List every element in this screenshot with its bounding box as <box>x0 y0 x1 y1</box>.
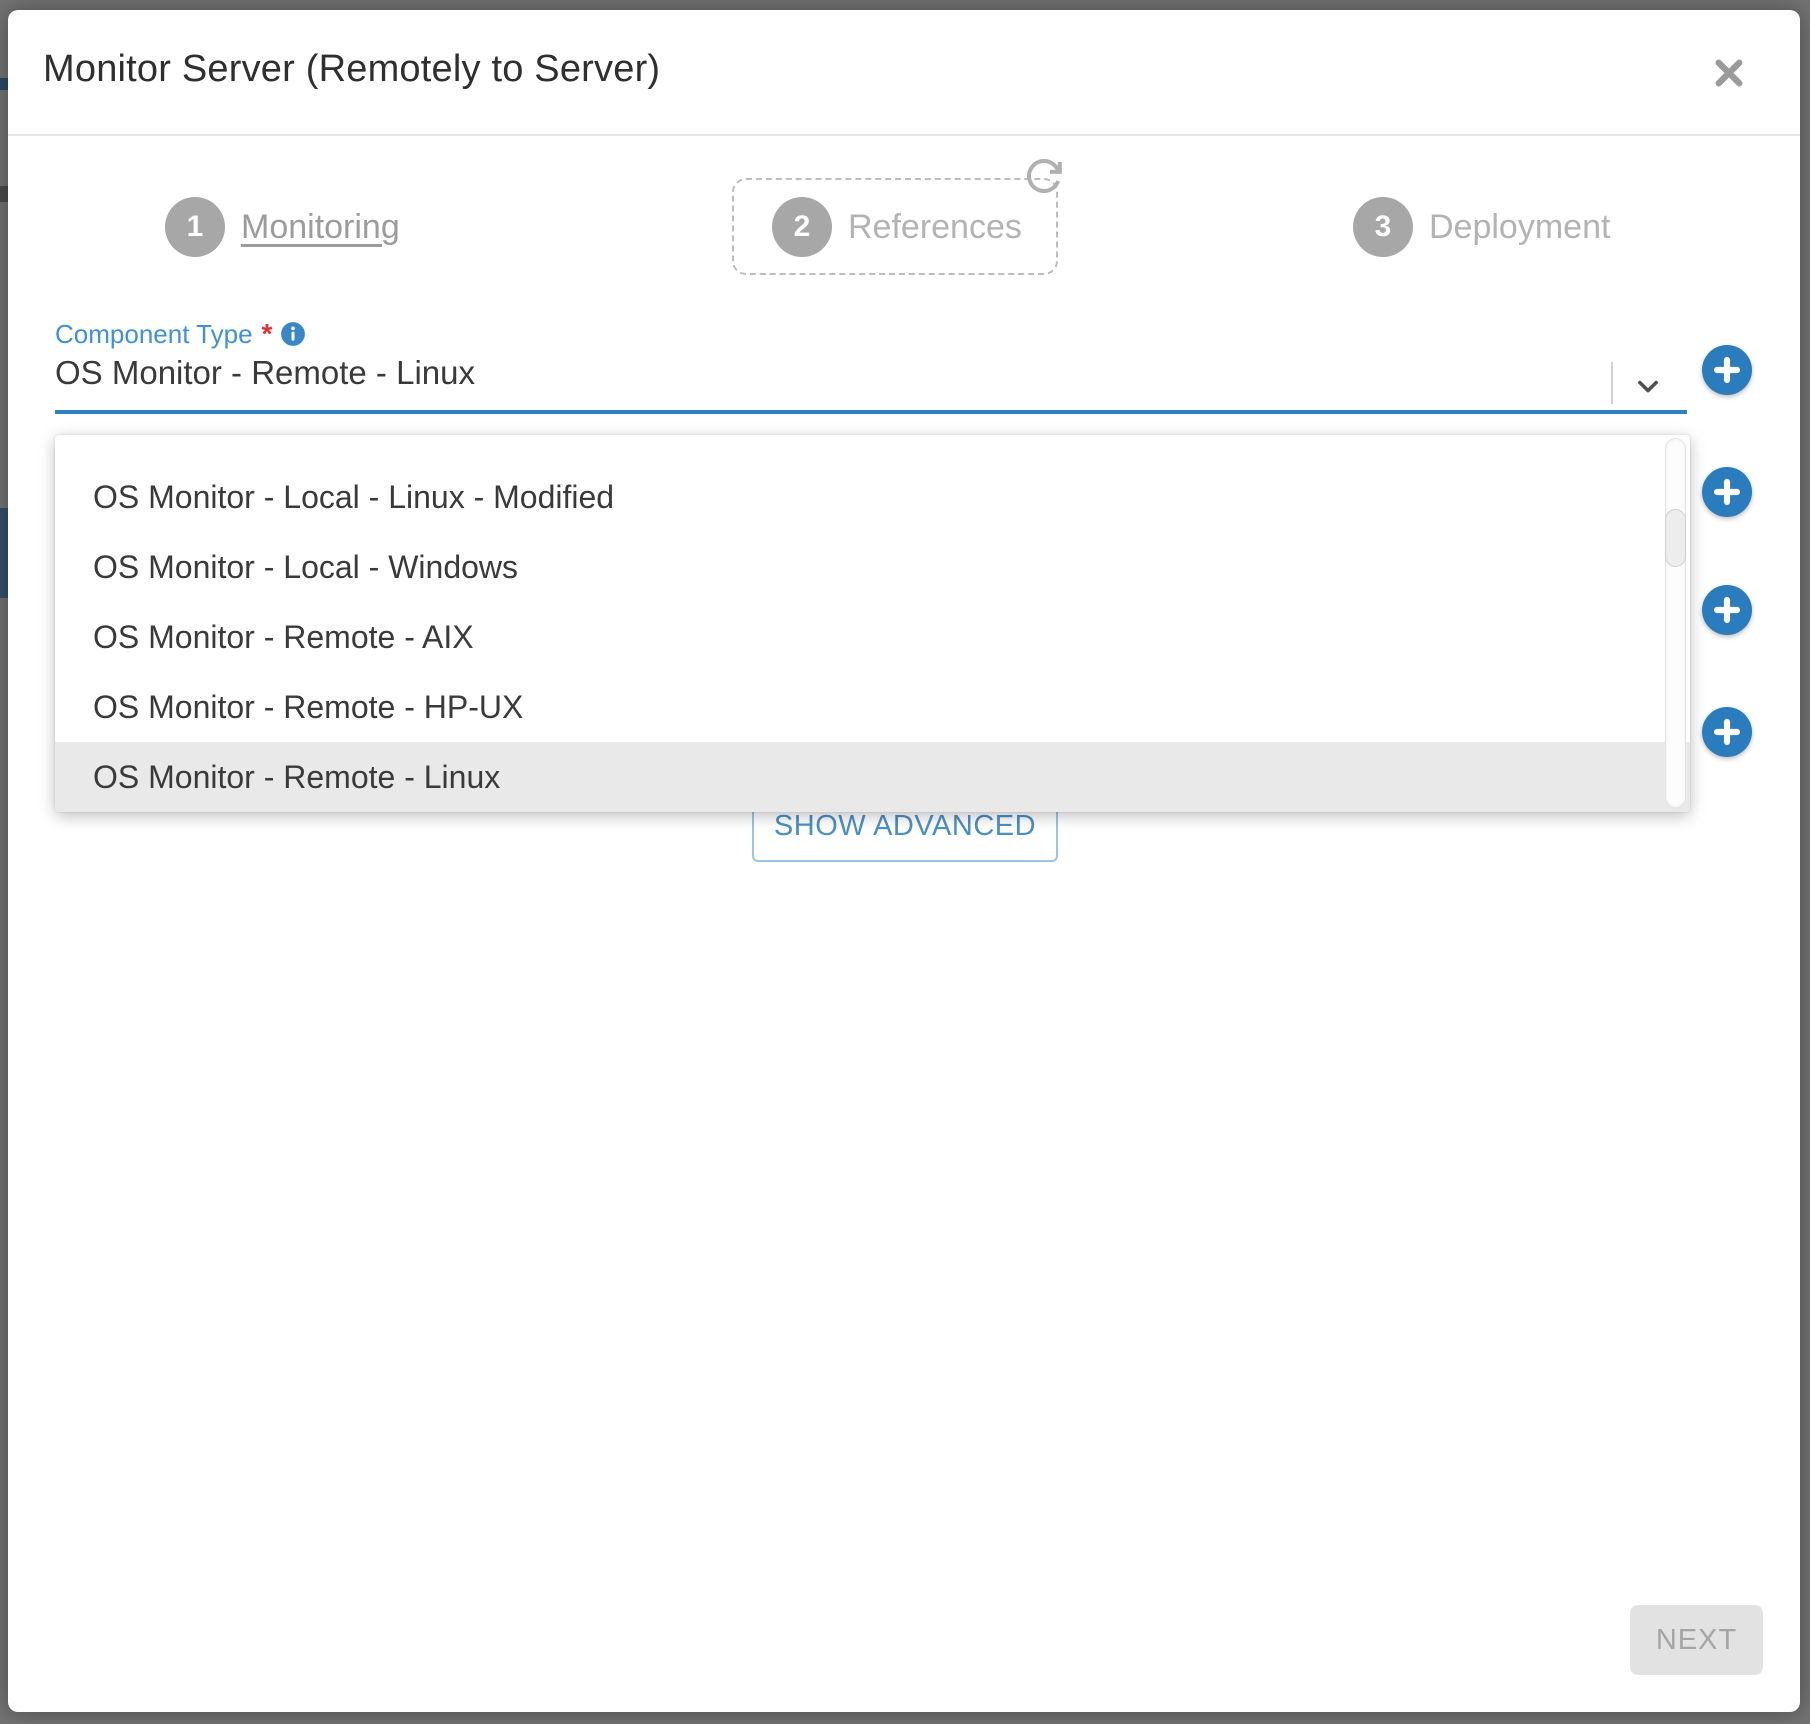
info-icon[interactable] <box>280 321 306 347</box>
step-monitoring[interactable]: 1 Monitoring <box>165 197 400 257</box>
dialog-title: Monitor Server (Remotely to Server) <box>43 48 660 91</box>
add-component-type-button[interactable] <box>1702 345 1752 395</box>
dropdown-option[interactable]: OS Monitor - Remote - AIX <box>55 602 1690 672</box>
dropdown-option[interactable]: OS Monitor - Remote - HP-UX <box>55 672 1690 742</box>
dropdown-toggle[interactable] <box>1628 368 1668 404</box>
close-icon <box>1710 54 1748 92</box>
step-label: Deployment <box>1429 208 1610 247</box>
input-separator <box>1611 362 1613 404</box>
refresh-icon <box>1024 156 1064 196</box>
background-page-fragment <box>0 186 8 202</box>
step-references-box: 2 References <box>732 178 1058 275</box>
add-button[interactable] <box>1702 585 1752 635</box>
step-references[interactable]: 2 References <box>772 197 1022 257</box>
close-button[interactable] <box>1706 50 1752 96</box>
step-label: References <box>848 208 1022 247</box>
refresh-button[interactable] <box>1024 156 1064 196</box>
dropdown-option-selected[interactable]: OS Monitor - Remote - Linux <box>55 742 1690 812</box>
dropdown-option[interactable]: OS Monitor - Local - Windows <box>55 532 1690 602</box>
plus-icon <box>1711 354 1743 386</box>
background-page-fragment <box>0 78 8 90</box>
dropdown-option[interactable]: OS Monitor - Local - Linux - Modified <box>55 462 1690 532</box>
monitor-server-dialog: Monitor Server (Remotely to Server) 1 Mo… <box>8 10 1800 1712</box>
step-deployment[interactable]: 3 Deployment <box>1353 197 1610 257</box>
step-number-badge: 1 <box>165 197 225 257</box>
add-button[interactable] <box>1702 707 1752 757</box>
input-focus-underline <box>55 410 1687 414</box>
next-button[interactable]: NEXT <box>1630 1605 1763 1675</box>
component-type-dropdown: OS Monitor - Local - Linux - Modified OS… <box>55 435 1690 812</box>
component-type-input[interactable]: OS Monitor - Remote - Linux <box>55 354 1555 392</box>
dropdown-scrollbar-track[interactable] <box>1665 438 1686 808</box>
background-page-fragment <box>0 508 8 598</box>
dropdown-scrollbar-thumb[interactable] <box>1665 509 1686 567</box>
required-marker: * <box>262 318 273 350</box>
component-type-label-row: Component Type * <box>55 318 306 350</box>
header-divider <box>8 134 1800 136</box>
step-number-badge: 2 <box>772 197 832 257</box>
step-label: Monitoring <box>241 208 400 247</box>
component-type-label: Component Type <box>55 319 253 350</box>
chevron-down-icon <box>1632 372 1664 400</box>
plus-icon <box>1711 716 1743 748</box>
add-button[interactable] <box>1702 467 1752 517</box>
step-number-badge: 3 <box>1353 197 1413 257</box>
plus-icon <box>1711 594 1743 626</box>
plus-icon <box>1711 476 1743 508</box>
